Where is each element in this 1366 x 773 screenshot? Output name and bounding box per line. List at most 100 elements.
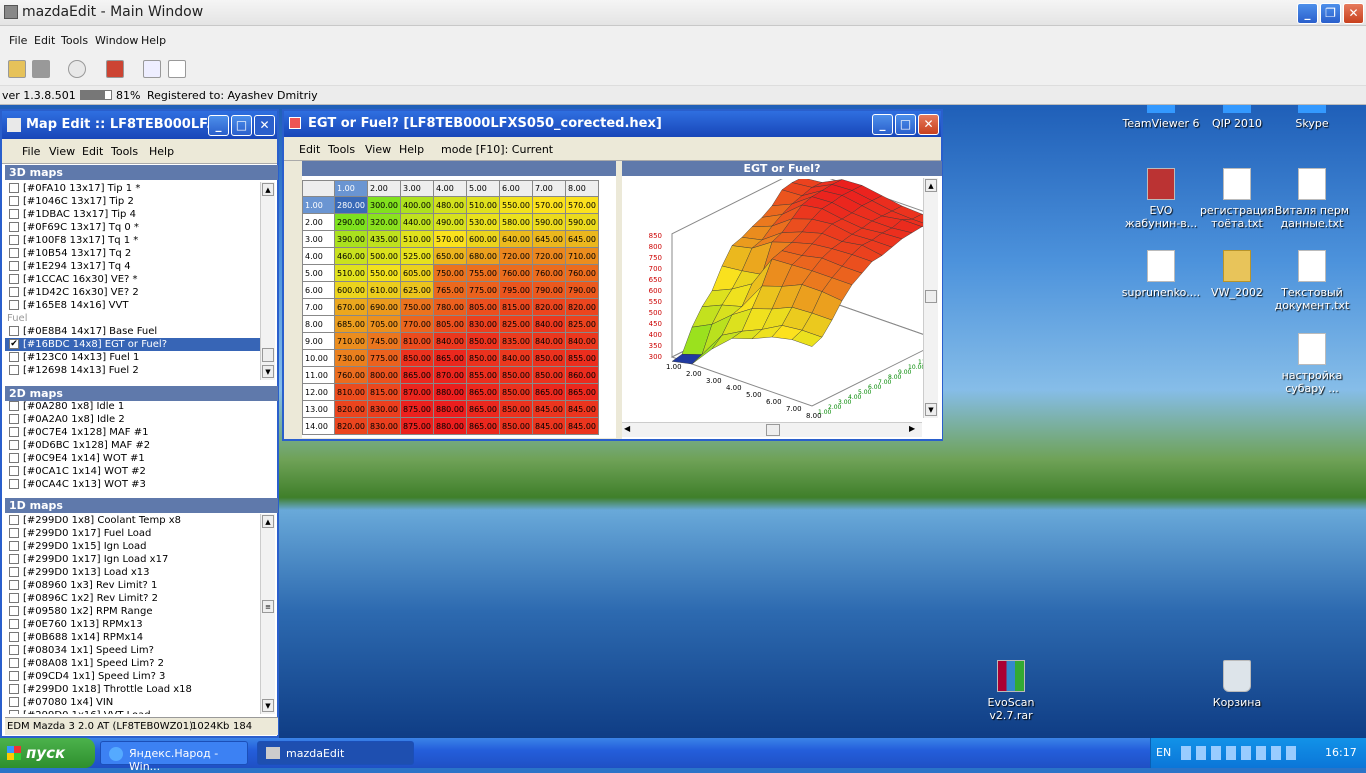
checkbox[interactable] [9, 274, 19, 284]
checkbox[interactable] [9, 326, 19, 336]
map-cell[interactable]: 390.00 [334, 230, 368, 248]
start-button[interactable]: пуск [0, 738, 95, 768]
map-cell[interactable]: 600.00 [466, 230, 500, 248]
map-cell[interactable]: 850.00 [499, 366, 533, 384]
map-cell[interactable]: 570.00 [565, 196, 599, 214]
map-list-item[interactable]: [#299D0 1x13] Load x13 [5, 566, 261, 579]
map-cell[interactable]: 510.00 [400, 230, 434, 248]
menu-window[interactable]: Window [95, 34, 138, 47]
language-indicator[interactable]: EN [1156, 746, 1171, 759]
map-cell[interactable]: 745.00 [367, 332, 401, 350]
map-list-item[interactable]: [#0CA1C 1x14] WOT #2 [5, 465, 261, 478]
row-header[interactable]: 7.00 [302, 298, 335, 316]
checkbox[interactable] [9, 235, 19, 245]
map-cell[interactable]: 530.00 [466, 213, 500, 231]
map-cell[interactable]: 710.00 [334, 332, 368, 350]
map-list-item[interactable]: [#0C7E4 1x128] MAF #1 [5, 426, 261, 439]
desktop-icon[interactable]: Виталя перм данные.txt [1272, 168, 1352, 230]
map-cell[interactable]: 640.00 [499, 230, 533, 248]
map-cell[interactable]: 765.00 [433, 281, 467, 299]
map-cell[interactable]: 875.00 [400, 400, 434, 418]
map-cell[interactable]: 300.00 [367, 196, 401, 214]
map-cell[interactable]: 440.00 [400, 213, 434, 231]
checkbox[interactable] [9, 479, 19, 489]
scroll-up-arrow-icon[interactable]: ▲ [925, 179, 937, 192]
row-header[interactable]: 13.00 [302, 400, 335, 418]
map-cell[interactable]: 810.00 [334, 383, 368, 401]
map-cell[interactable]: 685.00 [334, 315, 368, 333]
map-cell[interactable]: 805.00 [466, 298, 500, 316]
checkbox[interactable] [9, 401, 19, 411]
map-cell[interactable]: 850.00 [499, 383, 533, 401]
map-cell[interactable]: 875.00 [400, 417, 434, 435]
map-edit-menu-edit[interactable]: Edit [82, 145, 103, 158]
map-cell[interactable]: 790.00 [532, 281, 566, 299]
map-cell[interactable]: 865.00 [466, 417, 500, 435]
map-cell[interactable]: 280.00 [334, 196, 368, 214]
desktop-icon[interactable]: EVO жабунин-в... [1121, 168, 1201, 230]
checkbox[interactable] [9, 222, 19, 232]
scrollbar-1d[interactable]: ▲ ≡ ▼ [260, 514, 275, 714]
save-icon[interactable] [32, 60, 50, 78]
map-cell[interactable]: 795.00 [499, 281, 533, 299]
row-header[interactable]: 2.00 [302, 213, 335, 231]
desktop-icon[interactable]: VW_2002 [1197, 250, 1277, 299]
egt-menu-view[interactable]: View [365, 143, 391, 156]
map-cell[interactable]: 580.00 [499, 213, 533, 231]
map-list-item[interactable]: [#123C0 14x13] Fuel 1 [5, 351, 261, 364]
scroll-thumb[interactable] [262, 348, 274, 362]
row-header[interactable]: 9.00 [302, 332, 335, 350]
map-cell[interactable]: 500.00 [367, 247, 401, 265]
map-cell[interactable]: 820.00 [565, 298, 599, 316]
column-header[interactable]: 2.00 [367, 180, 401, 197]
row-header[interactable]: 11.00 [302, 366, 335, 384]
map-cell[interactable]: 590.00 [565, 213, 599, 231]
checkbox[interactable] [9, 261, 19, 271]
map-list-item[interactable]: [#0E8B4 14x17] Base Fuel [5, 325, 261, 338]
map-list-item[interactable]: [#165E8 14x16] VVT [5, 299, 261, 312]
map-cell[interactable]: 810.00 [400, 332, 434, 350]
map-list-item[interactable]: [#08960 1x3] Rev Limit? 1 [5, 579, 261, 592]
map-list-item[interactable]: [#1DBAC 13x17] Tip 4 [5, 208, 261, 221]
map-cell[interactable]: 805.00 [433, 315, 467, 333]
map-cell[interactable]: 720.00 [499, 247, 533, 265]
connect-icon[interactable] [68, 60, 86, 78]
egt-menu-tools[interactable]: Tools [328, 143, 355, 156]
map-cell[interactable]: 760.00 [565, 264, 599, 282]
scroll-thumb[interactable] [925, 290, 937, 303]
row-header[interactable]: 14.00 [302, 417, 335, 435]
column-header[interactable]: 3.00 [400, 180, 434, 197]
scrollbar-3d[interactable]: ▲ ▼ [260, 182, 275, 380]
map-edit-close-button[interactable]: ✕ [254, 115, 275, 136]
column-header[interactable]: 4.00 [433, 180, 467, 197]
desktop-icon[interactable]: настройка субару ... [1272, 333, 1352, 395]
map-cell[interactable]: 690.00 [367, 298, 401, 316]
egt-minimize-button[interactable]: _ [872, 114, 893, 135]
row-header[interactable]: 8.00 [302, 315, 335, 333]
map-list-item[interactable]: [#12698 14x13] Fuel 2 [5, 364, 261, 377]
checkbox[interactable] [9, 593, 19, 603]
map-list-item[interactable]: [#07080 1x4] VIN [5, 696, 261, 709]
map-list-item[interactable]: [#09CD4 1x1] Speed Lim? 3 [5, 670, 261, 683]
checkbox[interactable] [9, 658, 19, 668]
map-list-item[interactable]: [#0A280 1x8] Idle 1 [5, 400, 261, 413]
map-list-item[interactable]: [#1D42C 16x30] VE? 2 [5, 286, 261, 299]
checkbox[interactable] [9, 287, 19, 297]
map-list-item[interactable]: [#100F8 13x17] Tq 1 * [5, 234, 261, 247]
tray-icons[interactable] [1181, 746, 1301, 760]
map-list-item[interactable]: [#0C9E4 1x14] WOT #1 [5, 452, 261, 465]
row-header[interactable]: 5.00 [302, 264, 335, 282]
checkbox[interactable] [9, 466, 19, 476]
checkbox[interactable] [9, 453, 19, 463]
map-cell[interactable]: 710.00 [565, 247, 599, 265]
checkbox[interactable] [9, 580, 19, 590]
checkbox[interactable] [9, 427, 19, 437]
surface-3d-chart[interactable]: 850 800 750 700 650 600 550 500 450 400 350 300 1.00… [624, 179, 924, 419]
map-list-item[interactable]: [#0896C 1x2] Rev Limit? 2 [5, 592, 261, 605]
scroll-left-arrow-icon[interactable]: ◀ [624, 424, 630, 433]
checkbox[interactable] [9, 183, 19, 193]
map-cell[interactable]: 820.00 [334, 400, 368, 418]
map-cell[interactable]: 490.00 [433, 213, 467, 231]
map-cell[interactable]: 845.00 [565, 417, 599, 435]
map-edit-menu-tools[interactable]: Tools [111, 145, 138, 158]
